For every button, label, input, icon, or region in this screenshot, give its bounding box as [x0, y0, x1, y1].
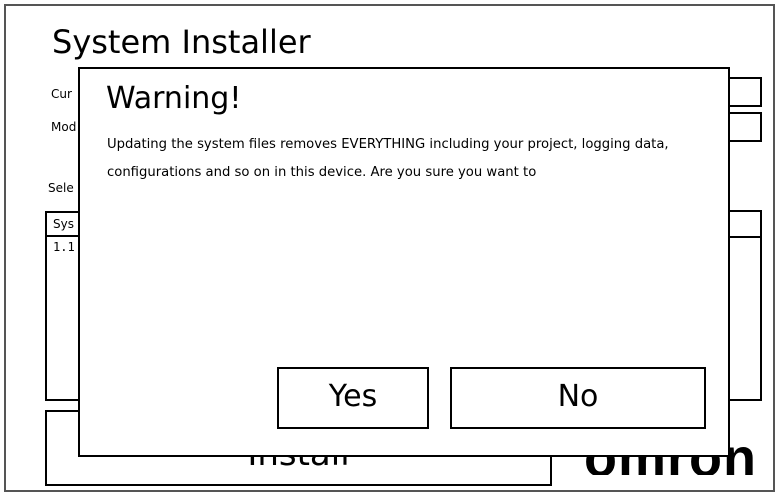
yes-button[interactable]: Yes [277, 367, 429, 429]
warning-dialog: Warning! Updating the system files remov… [78, 67, 730, 457]
no-button[interactable]: No [450, 367, 706, 429]
dialog-title: Warning! [106, 81, 242, 116]
dialog-message: Updating the system files removes EVERYT… [107, 137, 669, 180]
page-title: System Installer [52, 23, 311, 61]
select-label: Sele [48, 181, 74, 195]
model-label: Mod [51, 120, 77, 134]
current-version-label: Cur [51, 87, 72, 101]
